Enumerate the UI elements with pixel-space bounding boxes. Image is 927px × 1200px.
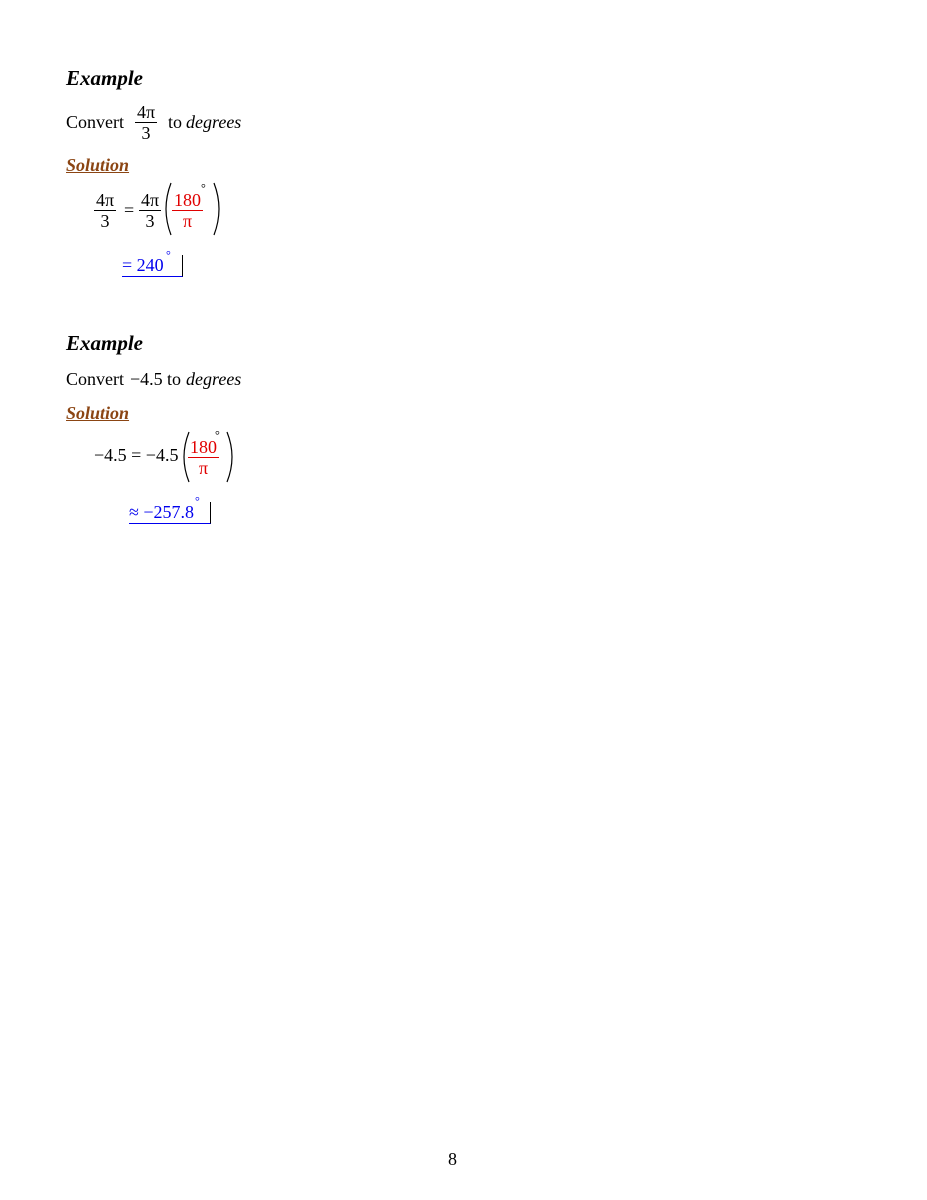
prompt-degrees: degrees xyxy=(186,369,242,389)
factor-denominator: π xyxy=(182,211,193,231)
example-2-result: ≈ −257.8 ° xyxy=(129,494,212,524)
result-value: = 240 xyxy=(122,255,164,275)
lhs-denominator: 3 xyxy=(100,211,110,231)
prompt-to: to xyxy=(168,112,183,132)
rhs-fraction: 4π 3 xyxy=(139,190,162,231)
prompt-prefix: Convert xyxy=(66,369,124,389)
factor-fraction: 180 π xyxy=(172,190,203,231)
example-2-heading: Example xyxy=(66,331,143,355)
prompt-value: −4.5 xyxy=(130,369,163,389)
factor-numerator: 180 xyxy=(172,190,203,211)
right-paren xyxy=(213,182,220,236)
degree-symbol: ° xyxy=(201,181,206,195)
lhs-fraction: 4π 3 xyxy=(94,190,117,231)
prompt-fraction: 4π 3 xyxy=(135,102,158,143)
page-number: 8 xyxy=(448,1149,457,1169)
right-paren xyxy=(226,431,233,483)
lhs-expression: −4.5 = −4.5 xyxy=(94,445,179,465)
example-1-solution-label: Solution xyxy=(66,155,130,175)
prompt-numerator: 4π xyxy=(135,102,158,123)
factor-fraction: 180 π xyxy=(188,437,219,478)
rhs-numerator: 4π xyxy=(139,190,162,211)
example-1-result: = 240 ° xyxy=(122,248,183,277)
prompt-degrees: degrees xyxy=(186,112,242,132)
example-2-solution-label: Solution xyxy=(66,403,130,423)
prompt-prefix: Convert xyxy=(66,112,124,132)
lhs-numerator: 4π xyxy=(94,190,117,211)
factor-denominator: π xyxy=(198,458,209,478)
degree-symbol: ° xyxy=(215,428,220,442)
result-degree-symbol: ° xyxy=(195,494,200,508)
rhs-denominator: 3 xyxy=(145,211,155,231)
equals-sign: = xyxy=(124,200,135,220)
prompt-denominator: 3 xyxy=(141,123,151,143)
prompt-to: to xyxy=(167,369,182,389)
result-value: ≈ −257.8 xyxy=(129,502,195,522)
example-1-heading: Example xyxy=(66,66,143,90)
result-degree-symbol: ° xyxy=(166,248,171,262)
